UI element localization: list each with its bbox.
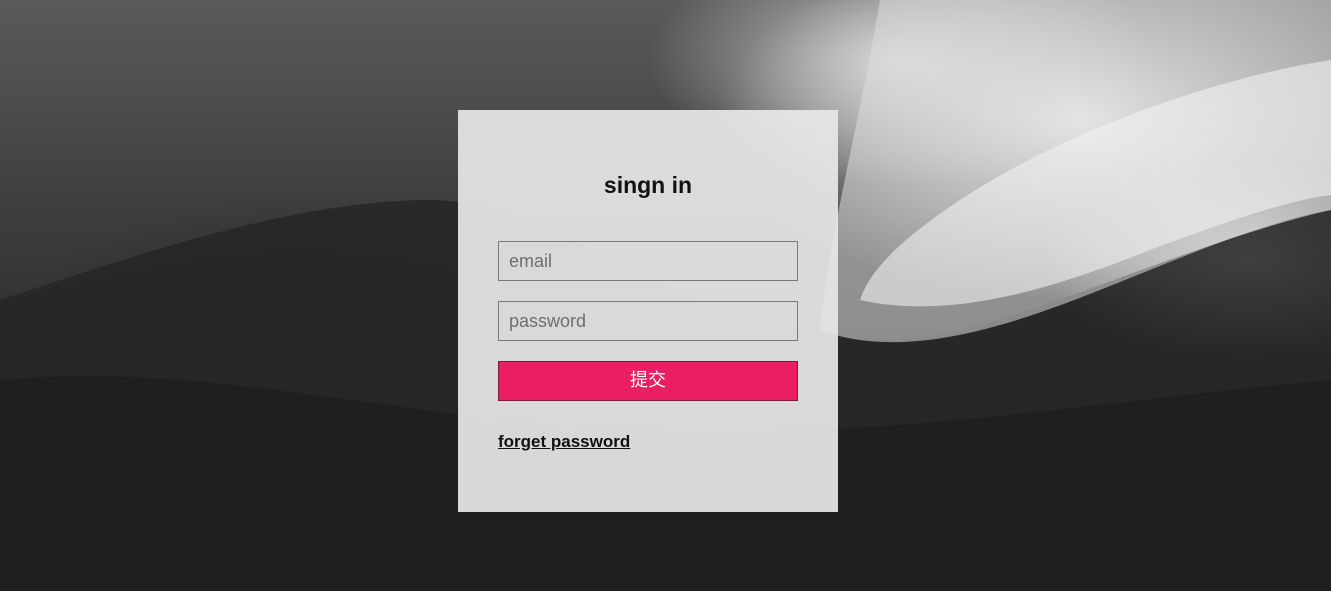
page-title: singn in — [603, 172, 693, 198]
password-input[interactable] — [498, 301, 798, 341]
forgot-password-link[interactable]: forget password — [498, 432, 630, 452]
submit-button[interactable]: 提交 — [498, 361, 798, 401]
email-input[interactable] — [498, 241, 798, 281]
